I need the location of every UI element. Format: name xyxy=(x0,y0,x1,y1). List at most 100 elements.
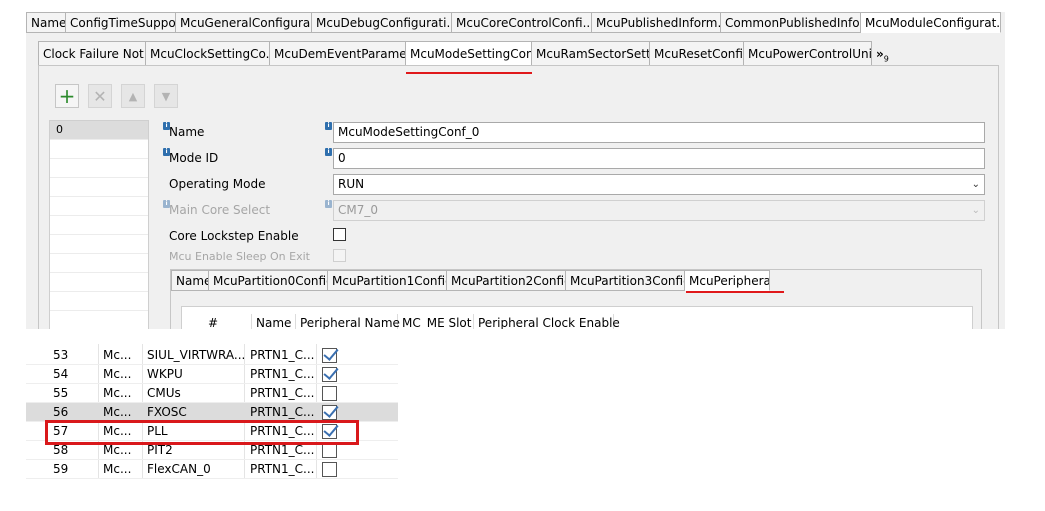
tab-mcu-clock-setting-config[interactable]: McuClockSettingCo... xyxy=(146,41,270,66)
column-header-name[interactable]: Name xyxy=(252,314,296,329)
row-number: 55 xyxy=(53,386,69,400)
peripheral-clock-enable-checkbox[interactable] xyxy=(322,348,337,363)
tab-mcu-peripheral[interactable]: McuPeripheral xyxy=(685,270,770,291)
chevron-down-icon: ⌄ xyxy=(971,179,980,190)
table-row[interactable]: 54 Mc... WKPU PRTN1_C... xyxy=(26,365,398,384)
row-peripheral-name: PIT2 xyxy=(147,443,173,457)
tab-mcu-module-configuration[interactable]: McuModuleConfigurat... xyxy=(861,12,1001,33)
tab-overflow-chevron[interactable]: »9 xyxy=(872,41,902,66)
list-item-empty xyxy=(50,235,148,254)
tab-mcu-ram-sector-setting[interactable]: McuRamSectorSetti... xyxy=(532,41,650,66)
core-lockstep-row: Core Lockstep Enable xyxy=(159,226,995,248)
row-name: Mc... xyxy=(103,386,132,400)
row-name: Mc... xyxy=(103,462,132,476)
move-up-button[interactable]: ▲ xyxy=(121,84,145,108)
peripheral-table-body: 53 Mc... SIUL_VIRTWRA... PRTN1_C... 54 M… xyxy=(26,344,398,479)
core-lockstep-label: Core Lockstep Enable xyxy=(169,229,299,243)
row-peripheral-name: SIUL_VIRTWRA... xyxy=(147,348,246,362)
row-peripheral-name: FXOSC xyxy=(147,405,187,419)
tab-mcu-partition2-config[interactable]: McuPartition2Config xyxy=(447,270,566,291)
tab-mcu-power-control-unit[interactable]: McuPowerControlUnit xyxy=(744,41,872,66)
sleep-on-exit-row: Mcu Enable Sleep On Exit xyxy=(159,247,995,269)
partition-panel: Name McuPartition0Config McuPartition1Co… xyxy=(170,269,982,329)
row-name: Mc... xyxy=(103,405,132,419)
row-number: 59 xyxy=(53,462,69,476)
table-row[interactable]: 55 Mc... CMUs PRTN1_C... xyxy=(26,384,398,403)
list-item[interactable]: 0 xyxy=(50,121,148,140)
peripheral-clock-enable-checkbox[interactable] xyxy=(322,443,337,458)
column-header-peripheral-clock-enable[interactable]: Peripheral Clock Enable xyxy=(474,314,620,329)
main-core-select-value: CM7_0 xyxy=(338,203,379,217)
annotation-underline xyxy=(686,291,784,293)
row-number: 54 xyxy=(53,367,69,381)
info-icon: i xyxy=(325,148,332,156)
row-mc-me-slot: PRTN1_C... xyxy=(250,386,315,400)
sub-tab-bar: Clock Failure Not... McuClockSettingCo..… xyxy=(38,41,902,66)
tab-mcu-dem-event-parameter[interactable]: McuDemEventParame... xyxy=(270,41,406,66)
config-index-list[interactable]: 0 xyxy=(49,120,149,329)
top-tab-bar: Name ConfigTimeSupport McuGeneralConfigu… xyxy=(26,12,1001,33)
row-number: 58 xyxy=(53,443,69,457)
row-peripheral-name: FlexCAN_0 xyxy=(147,462,211,476)
chevron-down-icon: ⌄ xyxy=(971,205,980,216)
table-row[interactable]: 59 Mc... FlexCAN_0 PRTN1_C... xyxy=(26,460,398,479)
close-icon: ✕ xyxy=(93,86,107,106)
column-header-peripheral-name[interactable]: Peripheral Name xyxy=(296,314,400,329)
tab-mcu-partition3-config[interactable]: McuPartition3Config xyxy=(566,270,685,291)
row-name: Mc... xyxy=(103,443,132,457)
peripheral-clock-enable-checkbox[interactable] xyxy=(322,386,337,401)
info-icon: i xyxy=(325,200,332,208)
list-item-empty xyxy=(50,197,148,216)
tab-name[interactable]: Name xyxy=(26,12,66,33)
chevron-double-right-icon: » xyxy=(876,47,884,61)
tab-mcu-core-control-config[interactable]: McuCoreControlConfi... xyxy=(452,12,592,33)
row-name: Mc... xyxy=(103,348,132,362)
partition-tab-bar: Name McuPartition0Config McuPartition1Co… xyxy=(171,270,770,291)
operating-mode-value: RUN xyxy=(338,177,365,191)
row-peripheral-name: WKPU xyxy=(147,367,183,381)
move-down-button[interactable]: ▼ xyxy=(154,84,178,108)
list-item-empty xyxy=(50,159,148,178)
mode-id-input[interactable]: 0 xyxy=(333,148,985,169)
column-header-number[interactable]: # xyxy=(182,314,252,329)
main-core-select-row: i Main Core Select i CM7_0 ⌄ xyxy=(159,200,995,222)
list-item-empty xyxy=(50,292,148,311)
sleep-on-exit-label: Mcu Enable Sleep On Exit xyxy=(169,250,310,263)
peripheral-clock-enable-checkbox[interactable] xyxy=(322,405,337,420)
list-item-empty xyxy=(50,273,148,292)
plus-icon: + xyxy=(58,84,76,108)
name-row: i Name i McuModeSettingConf_0 xyxy=(159,122,995,144)
annotation-highlight-box xyxy=(45,420,359,445)
operating-mode-row: Operating Mode RUN ⌄ xyxy=(159,174,995,196)
main-core-select-label: Main Core Select xyxy=(169,203,271,217)
tab-mcu-debug-configuration[interactable]: McuDebugConfigurati... xyxy=(312,12,452,33)
peripheral-clock-enable-checkbox[interactable] xyxy=(322,367,337,382)
mode-id-label: Mode ID xyxy=(169,151,219,165)
tab-mcu-reset-config[interactable]: McuResetConfig xyxy=(650,41,744,66)
row-mc-me-slot: PRTN1_C... xyxy=(250,348,315,362)
remove-button[interactable]: ✕ xyxy=(88,84,112,108)
operating-mode-select[interactable]: RUN ⌄ xyxy=(333,174,985,195)
column-header-mc-me-slot[interactable]: MC_ME Slot xyxy=(398,314,474,329)
tab-config-time-support[interactable]: ConfigTimeSupport xyxy=(66,12,176,33)
core-lockstep-checkbox[interactable] xyxy=(333,228,346,241)
tab-clock-failure-notification[interactable]: Clock Failure Not... xyxy=(38,41,146,66)
operating-mode-label: Operating Mode xyxy=(169,177,266,191)
tab-mcu-general-configuration[interactable]: McuGeneralConfigura... xyxy=(176,12,312,33)
table-row[interactable]: 53 Mc... SIUL_VIRTWRA... PRTN1_C... xyxy=(26,346,398,365)
name-input[interactable]: McuModeSettingConf_0 xyxy=(333,122,985,143)
row-number: 56 xyxy=(53,405,69,419)
main-core-select: CM7_0 ⌄ xyxy=(333,200,985,221)
peripheral-clock-enable-checkbox[interactable] xyxy=(322,462,337,477)
tab-mcu-partition1-config[interactable]: McuPartition1Config xyxy=(328,270,447,291)
sleep-on-exit-checkbox xyxy=(333,249,346,262)
add-button[interactable]: + xyxy=(55,84,79,108)
row-mc-me-slot: PRTN1_C... xyxy=(250,405,315,419)
tab-mcu-published-information[interactable]: McuPublishedInform... xyxy=(592,12,721,33)
mode-id-row: i Mode ID i 0 xyxy=(159,148,995,170)
tab-mcu-partition0-config[interactable]: McuPartition0Config xyxy=(209,270,328,291)
tab-mcu-mode-setting-conf[interactable]: McuModeSettingConf xyxy=(406,41,532,66)
list-item-empty xyxy=(50,254,148,273)
tab-partition-name[interactable]: Name xyxy=(171,270,209,291)
tab-common-published-info[interactable]: CommonPublishedInfo... xyxy=(721,12,861,33)
